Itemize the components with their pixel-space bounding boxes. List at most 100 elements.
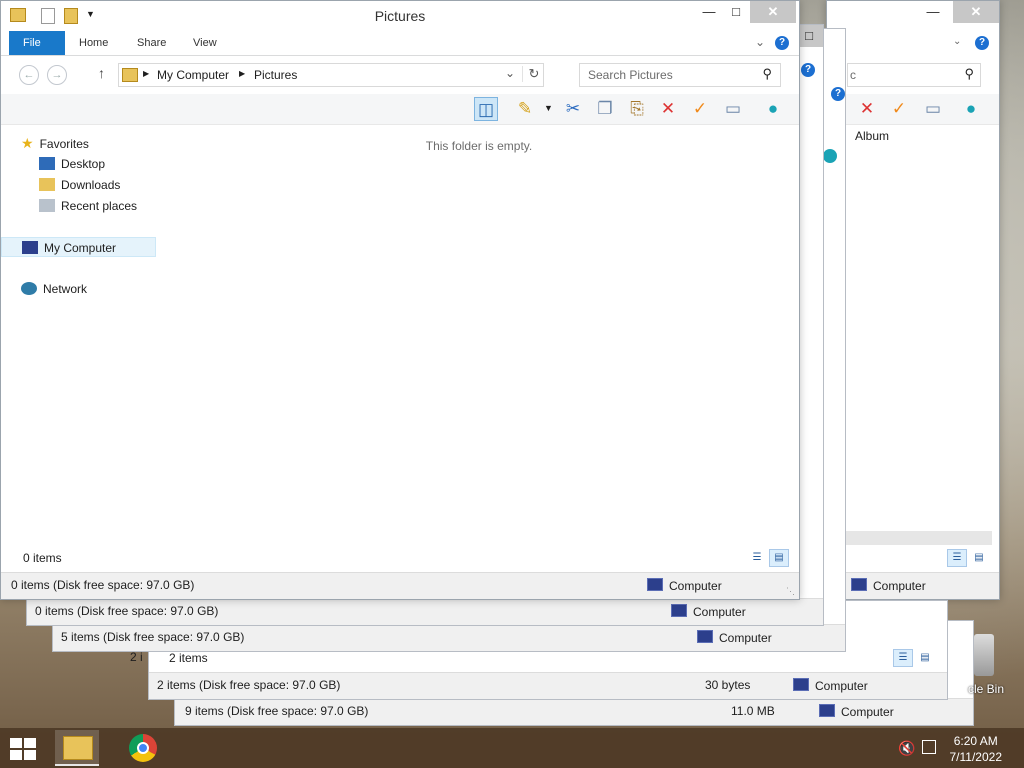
shell-icon[interactable] bbox=[823, 149, 837, 163]
resize-grip-icon[interactable]: ⋱ bbox=[786, 586, 795, 597]
large-icons-view-button[interactable]: ▤ bbox=[915, 649, 935, 667]
horizontal-scrollbar[interactable] bbox=[827, 531, 992, 545]
rename-icon[interactable]: ▭ bbox=[921, 97, 945, 121]
desktop-icon bbox=[39, 157, 55, 170]
window-title: Pictures bbox=[374, 8, 426, 24]
shell-icon[interactable]: ● bbox=[959, 97, 983, 121]
status-bar: 2 items (Disk free space: 97.0 GB) 30 by… bbox=[149, 672, 947, 699]
refresh-icon[interactable]: ↻ bbox=[522, 66, 545, 82]
computer-icon bbox=[819, 704, 835, 717]
nav-downloads[interactable]: Downloads bbox=[39, 175, 120, 195]
explorer-window-pictures[interactable]: ▼ Pictures — □ ✕ File Home Share View ⌄ … bbox=[0, 0, 800, 600]
nav-my-computer[interactable]: My Computer bbox=[1, 237, 156, 257]
empty-folder-message: This folder is empty. bbox=[425, 139, 533, 153]
recent-places-icon bbox=[39, 199, 55, 212]
nav-network[interactable]: Network bbox=[21, 279, 87, 299]
address-history-dropdown-icon[interactable]: ⌄ bbox=[505, 66, 515, 80]
expand-ribbon-icon[interactable]: ⌄ bbox=[755, 35, 765, 49]
tab-view[interactable]: View bbox=[179, 31, 231, 55]
check-icon[interactable]: ✓ bbox=[688, 97, 712, 121]
taskbar: 🔇 6:20 AM 7/11/2022 bbox=[0, 728, 1024, 768]
downloads-icon bbox=[39, 178, 55, 191]
nav-favorites[interactable]: ★ Favorites bbox=[21, 133, 89, 153]
maximize-button[interactable]: □ bbox=[722, 1, 750, 23]
tab-share[interactable]: Share bbox=[123, 31, 180, 55]
taskbar-file-explorer[interactable] bbox=[55, 730, 99, 766]
details-view-button[interactable]: ☰ bbox=[747, 549, 767, 567]
help-icon[interactable]: ? bbox=[775, 36, 789, 50]
taskbar-chrome[interactable] bbox=[121, 730, 165, 766]
large-icons-view-button[interactable]: ▤ bbox=[769, 549, 789, 567]
back-button[interactable]: ← bbox=[19, 65, 39, 85]
up-button[interactable]: ↑ bbox=[98, 65, 105, 81]
address-bar[interactable]: ▶ My Computer ▶ Pictures ⌄ ↻ bbox=[118, 63, 544, 87]
shell-icon[interactable]: ● bbox=[761, 97, 785, 121]
windows-logo-icon bbox=[10, 738, 22, 748]
computer-icon bbox=[851, 578, 867, 591]
help-icon[interactable]: ? bbox=[831, 87, 845, 101]
computer-icon bbox=[647, 578, 663, 591]
star-icon: ★ bbox=[21, 135, 34, 151]
item-count: 2 items bbox=[169, 651, 208, 665]
computer-icon bbox=[22, 241, 38, 254]
nav-desktop[interactable]: Desktop bbox=[39, 154, 105, 174]
navigation-pane: ★ Favorites Desktop Downloads Recent plac… bbox=[1, 125, 158, 569]
recycle-bin-icon[interactable] bbox=[974, 634, 994, 676]
ribbon-tabs: File Home Share View ⌄ ? bbox=[1, 31, 799, 56]
folder-icon bbox=[122, 68, 138, 82]
paste-icon[interactable]: ⎘ bbox=[625, 97, 649, 121]
search-input[interactable]: Search Pictures ⚲ bbox=[579, 63, 781, 87]
delete-icon[interactable]: ✕ bbox=[656, 97, 680, 121]
help-icon[interactable]: ? bbox=[801, 63, 815, 77]
network-icon bbox=[21, 282, 37, 295]
details-view-button[interactable]: ☰ bbox=[893, 649, 913, 667]
close-button[interactable]: ✕ bbox=[750, 1, 796, 23]
copy-icon[interactable]: ❐ bbox=[593, 97, 617, 121]
network-status-icon[interactable] bbox=[922, 740, 936, 754]
search-icon: ⚲ bbox=[762, 66, 772, 81]
details-view-button[interactable]: ☰ bbox=[947, 549, 967, 567]
status-bar: Computer bbox=[827, 572, 999, 599]
help-icon[interactable]: ? bbox=[975, 36, 989, 50]
chevron-down-icon[interactable]: ⌄ bbox=[953, 36, 961, 47]
rename-icon[interactable]: ▭ bbox=[721, 97, 745, 121]
column-header-album[interactable]: Album bbox=[855, 129, 889, 143]
breadcrumb-separator-icon[interactable]: ▶ bbox=[239, 69, 245, 78]
clock-time: 6:20 AM bbox=[953, 734, 998, 748]
computer-icon bbox=[697, 630, 713, 643]
breadcrumb-my-computer[interactable]: My Computer bbox=[157, 68, 229, 82]
file-properties-icon[interactable]: ✎ bbox=[513, 97, 537, 121]
recycle-bin-label[interactable]: cle Bin bbox=[968, 682, 1004, 696]
forward-button[interactable]: → bbox=[47, 65, 67, 85]
status-bar: 0 items (Disk free space: 97.0 GB) Compu… bbox=[1, 572, 799, 599]
search-icon: ⚲ bbox=[964, 66, 974, 81]
search-input[interactable]: c ⚲ bbox=[847, 63, 981, 87]
status-bar: 0 items (Disk free space: 97.0 GB) Compu… bbox=[27, 598, 823, 625]
back-window-music[interactable]: — □ ✕ ? ⌄ c ⚲ ✕ ✓ ▭ ● Album ☰ ▤ Computer bbox=[826, 0, 1000, 600]
toolbar: ✕ ✓ ▭ ● bbox=[827, 94, 999, 125]
start-button[interactable] bbox=[10, 738, 38, 760]
clock[interactable]: 6:20 AM 7/11/2022 bbox=[950, 733, 1003, 765]
breadcrumb-pictures[interactable]: Pictures bbox=[254, 68, 297, 82]
cut-icon[interactable]: ✂ bbox=[561, 97, 585, 121]
item-count: 0 items bbox=[23, 551, 62, 565]
breadcrumb-separator-icon[interactable]: ▶ bbox=[143, 69, 149, 78]
tab-home[interactable]: Home bbox=[65, 31, 122, 55]
computer-icon bbox=[793, 678, 809, 691]
delete-icon[interactable]: ✕ bbox=[855, 97, 879, 121]
volume-muted-icon[interactable]: 🔇 bbox=[898, 740, 915, 757]
status-bar: 9 items (Disk free space: 97.0 GB) 11.0 … bbox=[175, 698, 973, 725]
clock-date: 7/11/2022 bbox=[949, 750, 1003, 764]
close-button[interactable]: ✕ bbox=[953, 1, 999, 23]
nav-recent-places[interactable]: Recent places bbox=[39, 196, 137, 216]
tab-file[interactable]: File bbox=[9, 31, 65, 55]
toolbar: ◫ ✎ ▼ ✂ ❐ ⎘ ✕ ✓ ▭ ● bbox=[1, 94, 799, 125]
preview-pane-icon[interactable]: ◫ bbox=[474, 97, 498, 121]
minimize-button[interactable]: — bbox=[919, 1, 947, 23]
chevron-down-icon[interactable]: ▼ bbox=[544, 103, 553, 113]
file-list[interactable]: This folder is empty. bbox=[159, 125, 799, 569]
large-icons-view-button[interactable]: ▤ bbox=[969, 549, 989, 567]
minimize-button[interactable]: — bbox=[695, 1, 723, 23]
title-bar[interactable]: ▼ Pictures — □ ✕ bbox=[1, 1, 799, 31]
check-icon[interactable]: ✓ bbox=[887, 97, 911, 121]
